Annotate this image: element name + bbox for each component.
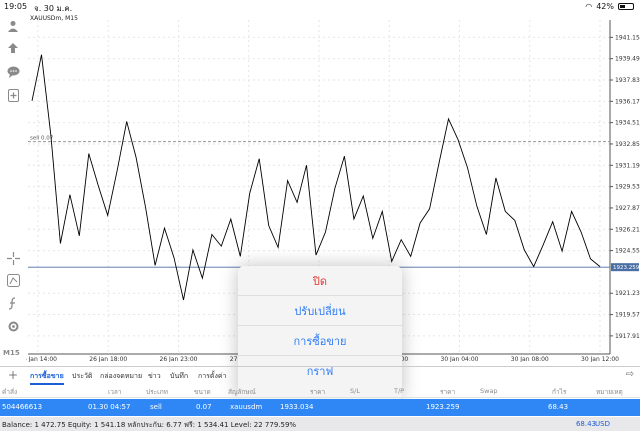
add-icon[interactable]: + [8,368,18,382]
y-tick-label: 1934.510 [615,120,640,127]
x-tick-label: 26 Jan 23:00 [160,356,198,362]
terminal-tabs: + การซื้อขาย ประวัติ กล่องจดหมาย ข่าว บั… [0,366,640,385]
status-time: 19:05 [4,2,28,11]
header-price: ราคา [440,388,456,396]
table-row[interactable]: 504466613 01.30 04:57 sell 0.07 xauusdm … [0,399,640,416]
trade-button[interactable]: การซื้อขาย [238,326,402,356]
crosshair-icon[interactable] [5,250,21,266]
header-open-price: ราคา [310,388,326,396]
y-tick-label: 1926.210 [615,226,640,233]
y-tick-label: 1932.850 [615,141,640,148]
row-order: 504466613 [2,403,43,411]
wifi-icon: ◠ [585,2,593,11]
row-symbol: xauusdm [230,403,263,411]
y-tick-label: 1924.550 [615,248,640,255]
row-size: 0.07 [196,403,212,411]
tab-journal[interactable]: บันทึก [170,371,188,382]
bottom-area [0,431,640,447]
x-tick-label: 26 Jan 18:00 [89,356,127,362]
y-tick-label: 1931.190 [615,162,640,169]
objects-icon[interactable] [5,272,21,288]
chart-toolbar: M15 [0,14,26,362]
account-currency: USD [595,420,610,428]
account-icon[interactable] [5,18,21,34]
x-tick-label: 26 Jan 14:00 [26,356,57,362]
header-symbol: สัญลักษณ์ [228,388,256,396]
row-open-price: 1933.034 [280,403,314,411]
timeframe-button[interactable]: M15 [3,349,20,357]
tab-settings[interactable]: การตั้งค่า [198,371,227,382]
header-tp: T/P [394,387,405,395]
tab-trade[interactable]: การซื้อขาย [30,371,64,385]
header-sl: S/L [350,387,360,395]
header-size: ขนาด [194,388,211,396]
balance-summary: Balance: 1 472.75 Equity: 1 541.18 หลักป… [2,421,297,429]
y-tick-label: 1937.830 [615,77,640,84]
trade-icon[interactable] [5,40,21,56]
close-position-button[interactable]: ปิด [238,266,402,296]
header-time: เวลา [108,388,122,396]
row-time: 01.30 04:57 [88,403,131,411]
x-tick-label: 30 Jan 08:00 [511,356,549,362]
sell-order-label: sell 0.07 [30,136,54,142]
header-profit: กำไร [552,388,567,396]
price-series-line [31,54,601,301]
y-tick-label: 1941.150 [615,34,640,41]
balance-bar: Balance: 1 472.75 Equity: 1 541.18 หลักป… [0,417,640,431]
tab-mailbox[interactable]: กล่องจดหมาย [100,371,142,382]
price-tag-label: 1923.259 [613,265,640,271]
y-tick-label: 1917.910 [615,333,640,340]
y-tick-label: 1939.490 [615,56,640,63]
header-type: ประเภท [146,388,168,396]
y-tick-label: 1921.230 [615,290,640,297]
chart-symbol-label: XAUUSDm, M15 [30,15,78,22]
row-type: sell [150,403,162,411]
y-tick-label: 1929.530 [615,184,640,191]
export-icon[interactable]: ⇨ [626,369,634,380]
chat-icon[interactable] [5,64,21,80]
indicators-icon[interactable] [5,295,21,311]
x-tick-label: 30 Jan 12:00 [581,356,619,362]
y-tick-label: 1927.870 [615,205,640,212]
battery-icon [618,3,634,10]
status-bar: 19:05 จ. 30 ม.ค. ◠ 42% [0,0,640,14]
header-order: คำสั่ง [2,388,18,396]
tab-history[interactable]: ประวัติ [72,371,92,382]
y-tick-label: 1919.570 [615,312,640,319]
new-chart-icon[interactable] [5,87,21,103]
row-current-price: 1923.259 [426,403,460,411]
tab-news[interactable]: ข่าว [148,371,161,382]
row-profit: 68.43 [548,403,569,411]
header-swap: Swap [480,387,498,395]
y-tick-label: 1936.170 [615,98,640,105]
positions-table-header: คำสั่ง เวลา ประเภท ขนาด สัญลักษณ์ ราคา S… [0,384,640,398]
total-profit: 68.43 [575,420,596,428]
header-comment: หมายเหตุ [596,388,623,396]
battery-percent: 42% [596,2,614,11]
settings-icon[interactable] [5,318,21,334]
x-tick-label: 30 Jan 04:00 [441,356,479,362]
modify-position-button[interactable]: ปรับเปลี่ยน [238,296,402,326]
status-right: ◠ 42% [585,2,634,11]
